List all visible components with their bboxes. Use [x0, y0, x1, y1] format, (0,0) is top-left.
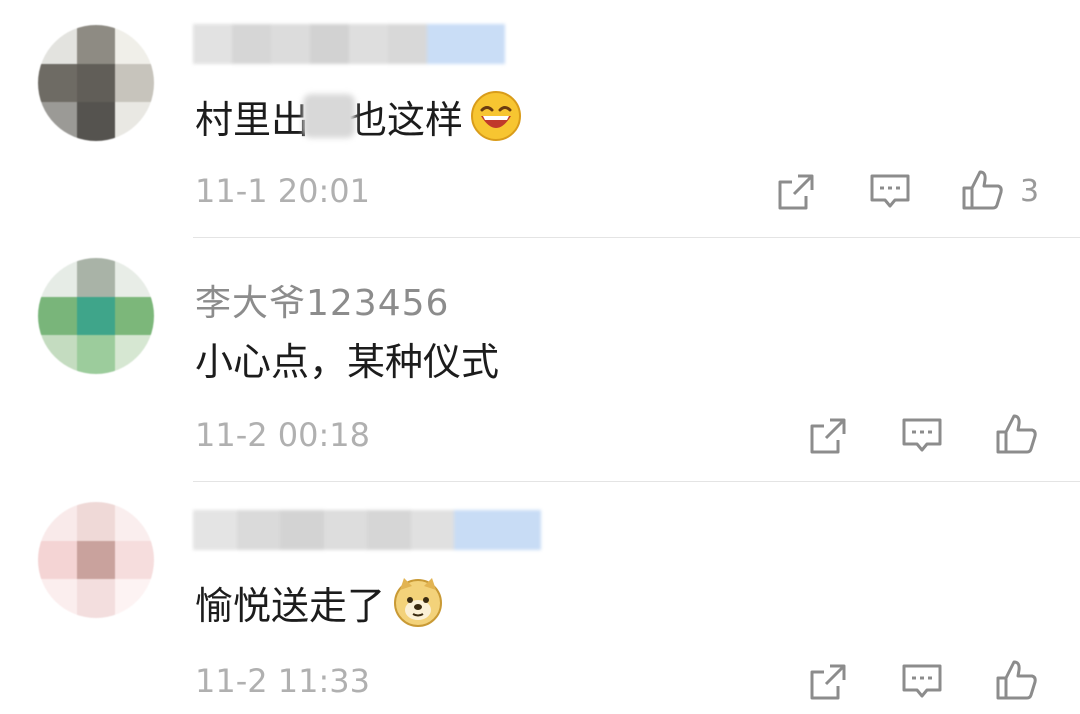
comment-text: 村里出 也这样: [195, 88, 523, 144]
reply-button[interactable]: [900, 660, 944, 704]
thumbs-up-icon: [996, 660, 1037, 700]
reply-button[interactable]: [868, 170, 912, 214]
avatar[interactable]: [38, 25, 154, 141]
comment-icon: [902, 418, 942, 452]
share-icon: [810, 418, 846, 454]
username-blurred[interactable]: [193, 510, 541, 550]
doge-emoji: [391, 575, 445, 629]
redacted-word: [303, 94, 356, 138]
username-blurred[interactable]: [193, 24, 505, 64]
share-button[interactable]: [774, 170, 818, 214]
share-icon: [778, 174, 814, 210]
like-count: 3: [1020, 174, 1040, 209]
comment-text: 愉悦送走了: [195, 574, 445, 630]
comment-item: 李大爷123456 小心点，某种仪式 11-2 00:18: [0, 238, 1080, 482]
comment-text-end: 也这样: [349, 97, 464, 142]
timestamp: 11-2 00:18: [195, 416, 371, 454]
comment-text-body: 愉悦送走了: [195, 583, 386, 628]
like-button[interactable]: [994, 412, 1038, 456]
timestamp: 11-2 11:33: [195, 662, 371, 700]
like-button[interactable]: [994, 658, 1038, 702]
share-button[interactable]: [806, 414, 850, 458]
laughing-emoji: [469, 89, 523, 143]
avatar[interactable]: [38, 502, 154, 618]
reply-button[interactable]: [900, 414, 944, 458]
comment-icon: [902, 664, 942, 698]
avatar[interactable]: [38, 258, 154, 374]
share-button[interactable]: [806, 660, 850, 704]
comment-text: 小心点，某种仪式: [195, 339, 500, 384]
thumbs-up-icon: [962, 170, 1003, 210]
comment-item: 村里出 也这样 11-1 20:01 3: [0, 0, 1080, 238]
share-icon: [810, 664, 846, 700]
timestamp: 11-1 20:01: [195, 172, 371, 210]
comment-icon: [870, 174, 910, 208]
comment-text-start: 村里出: [195, 97, 310, 142]
like-button[interactable]: [960, 168, 1004, 212]
username[interactable]: 李大爷123456: [195, 274, 449, 326]
comment-item: 愉悦送走了 11-2 11:33: [0, 482, 1080, 714]
thumbs-up-icon: [996, 414, 1037, 454]
